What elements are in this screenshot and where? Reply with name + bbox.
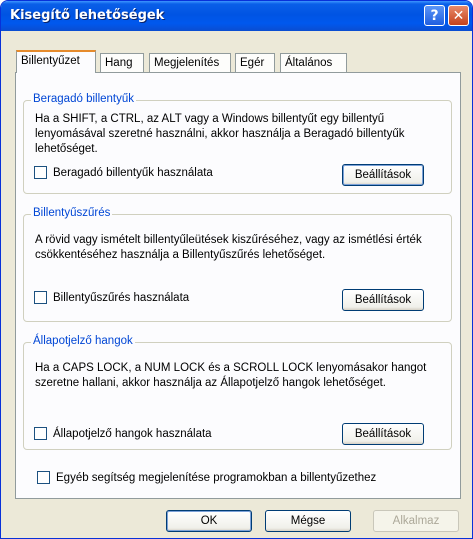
toggle-keys-settings-button[interactable]: Beállítások [342, 423, 424, 445]
extra-keyboard-help-checkbox[interactable] [37, 471, 50, 484]
group-description: A rövid vagy ismételt billentyűleütések … [35, 234, 422, 261]
cancel-button[interactable]: Mégse [265, 510, 351, 532]
help-icon: ? [430, 7, 439, 24]
checkbox-label: Állapotjelző hangok használata [53, 427, 212, 440]
title-bar[interactable]: Kisegítő lehetőségek ? ✕ [1, 1, 472, 31]
accessibility-options-dialog: Kisegítő lehetőségek ? ✕ Billentyűzet Ha… [0, 0, 473, 539]
group-title: Billentyűszűrés [31, 207, 113, 219]
filter-keys-checkbox-row[interactable]: Billentyűszűrés használata [34, 291, 189, 304]
window-title: Kisegítő lehetőségek [10, 8, 165, 23]
filter-keys-checkbox[interactable] [34, 291, 47, 304]
checkbox-label: Egyéb segítség megjelenítése programokba… [56, 471, 377, 484]
sticky-keys-settings-button[interactable]: Beállítások [342, 164, 424, 186]
ok-button[interactable]: OK [166, 510, 252, 532]
extra-keyboard-help-checkbox-row[interactable]: Egyéb segítség megjelenítése programokba… [37, 471, 376, 484]
sticky-keys-checkbox[interactable] [34, 166, 47, 179]
checkbox-label: Billentyűszűrés használata [53, 291, 190, 304]
close-button[interactable]: ✕ [448, 5, 469, 26]
filter-keys-settings-button[interactable]: Beállítások [342, 289, 424, 311]
group-toggle-keys: Állapotjelző hangok Ha a CAPS LOCK, a NU… [23, 335, 452, 450]
group-sticky-keys: Beragadó billentyűk Ha a SHIFT, a CTRL, … [23, 93, 452, 194]
tab-sound[interactable]: Hang [100, 53, 144, 73]
apply-button[interactable]: Alkalmaz [373, 510, 459, 532]
tab-general[interactable]: Általános [280, 53, 347, 73]
tab-mouse[interactable]: Egér [235, 53, 275, 73]
group-description: Ha a SHIFT, a CTRL, az ALT vagy a Window… [35, 113, 405, 155]
toggle-keys-checkbox[interactable] [34, 427, 47, 440]
tab-display[interactable]: Megjelenítés [149, 53, 231, 73]
toggle-keys-checkbox-row[interactable]: Állapotjelző hangok használata [34, 427, 212, 440]
close-icon: ✕ [452, 7, 465, 24]
group-filter-keys: Billentyűszűrés A rövid vagy ismételt bi… [23, 207, 452, 322]
help-button[interactable]: ? [424, 5, 445, 26]
sticky-keys-checkbox-row[interactable]: Beragadó billentyűk használata [34, 166, 213, 179]
checkbox-label: Beragadó billentyűk használata [53, 166, 213, 179]
group-title: Beragadó billentyűk [31, 93, 137, 105]
group-title: Állapotjelző hangok [31, 335, 135, 347]
group-description: Ha a CAPS LOCK, a NUM LOCK és a SCROLL L… [35, 362, 427, 389]
tab-keyboard[interactable]: Billentyűzet [16, 50, 96, 73]
